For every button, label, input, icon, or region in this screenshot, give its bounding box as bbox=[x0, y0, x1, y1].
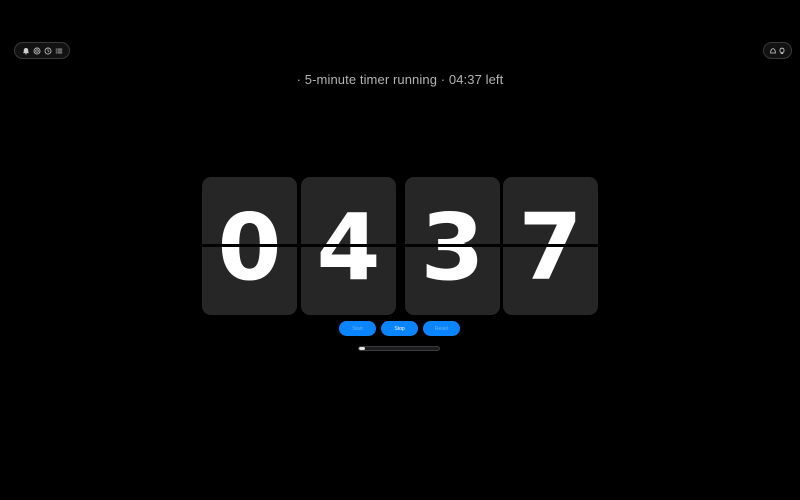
start-button[interactable]: Start bbox=[339, 321, 376, 336]
minutes-tens-card: 0 bbox=[202, 177, 297, 315]
stopwatch-button[interactable] bbox=[31, 45, 42, 56]
list-button[interactable] bbox=[53, 45, 64, 56]
theme-button[interactable] bbox=[768, 45, 778, 56]
fullscreen-button[interactable] bbox=[778, 45, 788, 56]
alarm-button[interactable] bbox=[20, 45, 31, 56]
timer-page: · 5-minute timer running · 04:37 left 0 … bbox=[0, 0, 800, 500]
timer-status-title: · 5-minute timer running · 04:37 left bbox=[296, 72, 504, 87]
display-toolbar bbox=[763, 42, 792, 59]
flip-seam bbox=[301, 244, 396, 247]
stopwatch-icon bbox=[33, 47, 40, 54]
minutes-ones-card: 4 bbox=[301, 177, 396, 315]
flip-seam bbox=[202, 244, 297, 247]
timer-icon bbox=[44, 47, 51, 54]
seconds-ones-card: 7 bbox=[503, 177, 598, 315]
theme-icon bbox=[769, 47, 776, 53]
timer-progress-bar bbox=[358, 346, 440, 351]
timer-button[interactable] bbox=[42, 45, 53, 56]
flip-seam bbox=[405, 244, 500, 247]
reset-button[interactable]: Reset bbox=[423, 321, 460, 336]
timer-controls: Start Stop Reset bbox=[339, 321, 461, 336]
mode-toolbar bbox=[14, 42, 70, 59]
list-icon bbox=[55, 48, 62, 53]
flip-clock: 0 4 3 7 bbox=[202, 177, 598, 315]
timer-progress-fill bbox=[359, 347, 366, 350]
alarm-icon bbox=[22, 47, 29, 55]
seconds-tens-card: 3 bbox=[405, 177, 500, 315]
fullscreen-icon bbox=[779, 47, 785, 54]
flip-seam bbox=[503, 244, 598, 247]
stop-button[interactable]: Stop bbox=[381, 321, 418, 336]
